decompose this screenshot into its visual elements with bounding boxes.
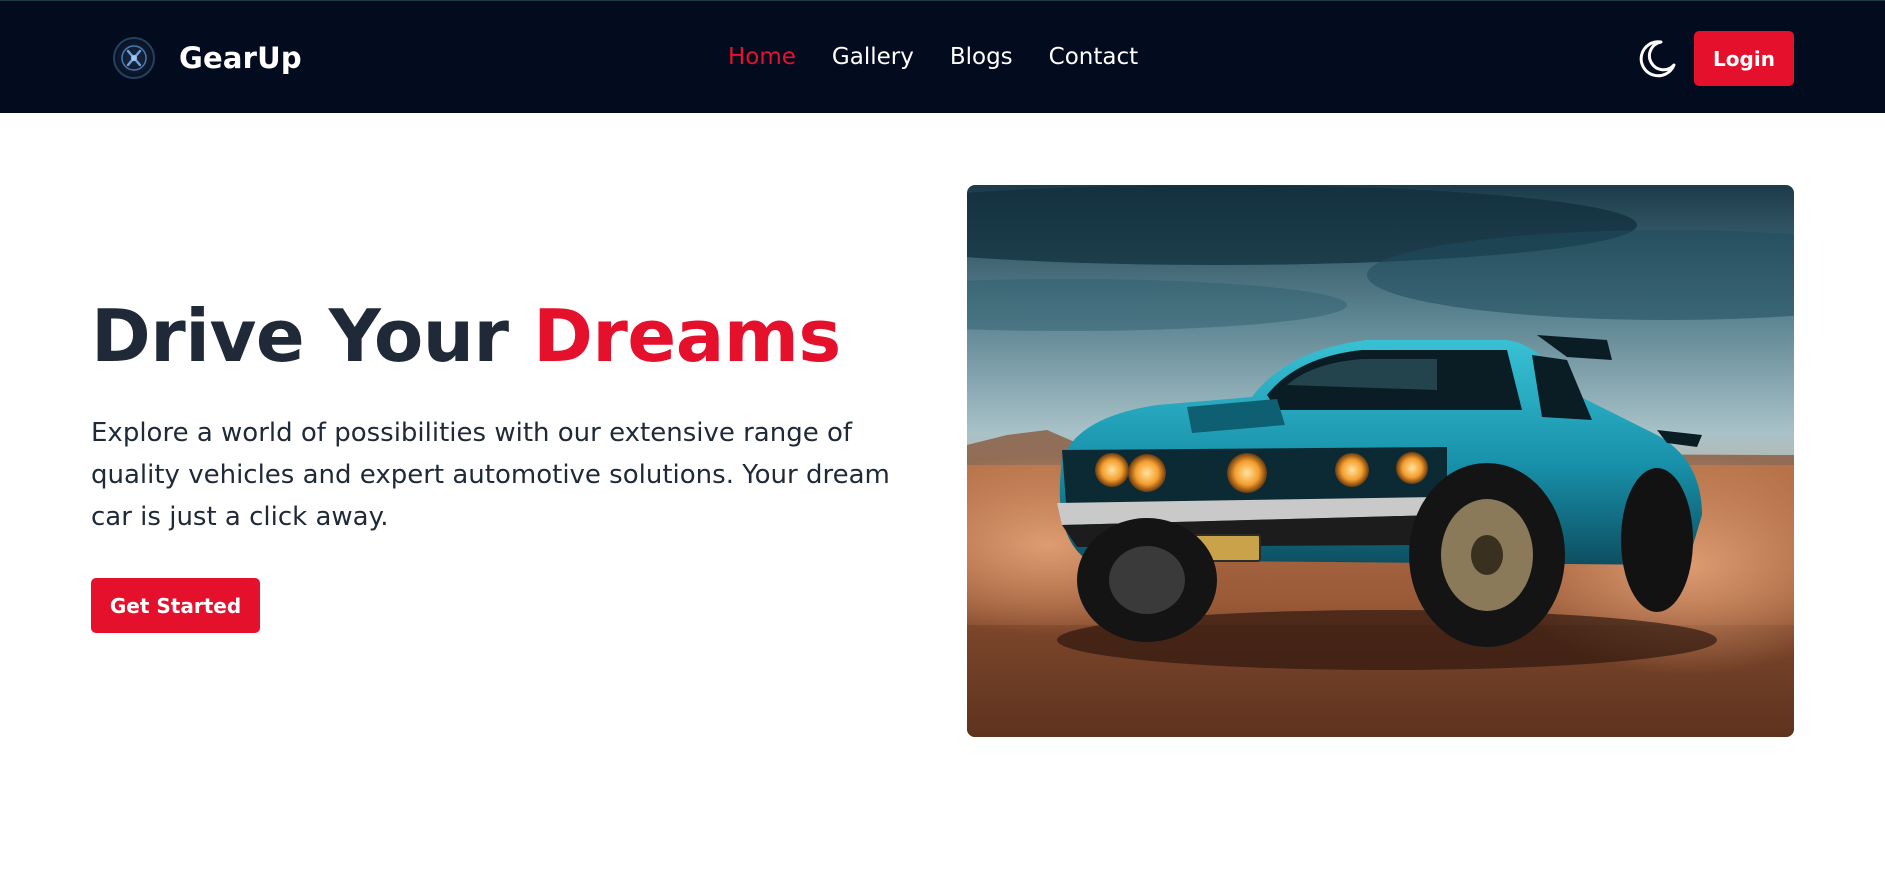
main-nav: Home Gallery Blogs Contact: [728, 39, 1174, 75]
hero-car-image: [967, 185, 1794, 737]
get-started-button[interactable]: Get Started: [91, 578, 260, 633]
brand[interactable]: GearUp: [113, 37, 302, 79]
nav-link-blogs[interactable]: Blogs: [950, 44, 1013, 70]
login-button[interactable]: Login: [1694, 31, 1794, 86]
top-navbar: GearUp Home Gallery Blogs Contact Login: [0, 0, 1885, 113]
brand-name: GearUp: [179, 41, 302, 75]
hero-description: Explore a world of possibilities with ou…: [91, 418, 890, 532]
gear-logo-icon: [113, 37, 155, 79]
nav-link-gallery[interactable]: Gallery: [832, 44, 914, 70]
nav-link-home[interactable]: Home: [728, 44, 796, 70]
nav-actions: Login: [1634, 31, 1794, 86]
hero-text: Drive Your Dreams Explore a world of pos…: [91, 290, 931, 633]
moon-icon[interactable]: [1634, 36, 1680, 82]
nav-link-contact[interactable]: Contact: [1049, 44, 1138, 70]
hero-title-accent: Dreams: [533, 294, 841, 378]
hero-title: Drive Your Dreams: [91, 290, 931, 382]
hero-title-main: Drive Your: [91, 294, 509, 378]
